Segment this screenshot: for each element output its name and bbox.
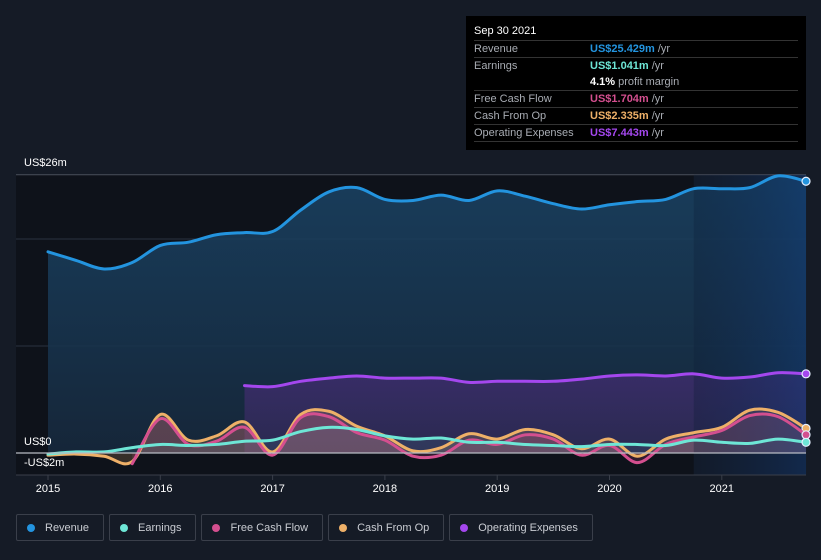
legend: Revenue Earnings Free Cash Flow Cash From O… (16, 514, 593, 541)
x-tick-label: 2021 (710, 483, 734, 495)
tooltip-value: US$2.335m (590, 110, 649, 122)
tooltip-label: Operating Expenses (474, 127, 574, 139)
tooltip-row: Operating Expenses US$7.443m/yr (474, 125, 798, 142)
tooltip-label: Earnings (474, 60, 518, 72)
tooltip-unit: /yr (651, 60, 664, 72)
x-tick-label: 2015 (36, 483, 60, 495)
legend-label: Free Cash Flow (230, 521, 309, 534)
tooltip-row: Revenue US$25.429m/yr (474, 41, 798, 58)
tooltip-label: Cash From Op (474, 110, 547, 122)
earnings-end-marker (801, 437, 811, 447)
tooltip-unit: /yr (657, 43, 671, 55)
x-tick-label: 2020 (597, 483, 621, 495)
tooltip-label (474, 74, 590, 90)
tooltip-value: US$7.443m (590, 127, 649, 139)
x-tick-label: 2019 (485, 483, 509, 495)
free-cash-flow-end-marker (801, 430, 811, 440)
operating-expenses-end-marker (801, 369, 811, 379)
legend-item-earnings[interactable]: Earnings (109, 514, 197, 541)
tooltip-label: Free Cash Flow (474, 93, 552, 105)
tooltip-label: Revenue (474, 43, 519, 55)
tooltip: Sep 30 2021 Revenue US$25.429m/yr Earnings… (466, 16, 806, 150)
legend-label: Revenue (45, 521, 90, 534)
tooltip-value: US$25.429m (590, 43, 655, 55)
x-tick-label: 2016 (148, 483, 172, 495)
tooltip-unit: profit margin (618, 76, 680, 88)
y-axis-zero-label: US$0 (24, 436, 52, 448)
tooltip-value: 4.1% (590, 76, 616, 88)
legend-dot-icon (460, 523, 469, 532)
legend-label: Earnings (138, 521, 182, 534)
legend-dot-icon (27, 523, 35, 532)
tooltip-row: Earnings US$1.041m/yr (474, 58, 798, 74)
tooltip-value: US$1.041m (590, 60, 649, 72)
tooltip-unit: /yr (651, 93, 664, 105)
legend-item-revenue[interactable]: Revenue (16, 514, 105, 541)
tooltip-unit: /yr (651, 127, 664, 139)
tooltip-row: Free Cash Flow US$1.704m/yr (474, 91, 798, 108)
legend-dot-icon (212, 523, 221, 532)
legend-dot-icon (120, 523, 129, 532)
revenue-end-marker (801, 176, 811, 186)
tooltip-value: US$1.704m (590, 93, 649, 105)
legend-item-cash-from-op[interactable]: Cash From Op (328, 514, 445, 541)
legend-item-operating-expenses[interactable]: Operating Expenses (449, 514, 593, 541)
x-tick-label: 2017 (260, 483, 284, 495)
x-tick-label: 2018 (373, 483, 397, 495)
legend-label: Cash From Op (357, 521, 430, 534)
tooltip-row: Cash From Op US$2.335m/yr (474, 108, 798, 125)
y-axis-top-label: US$26m (24, 157, 67, 169)
tooltip-row: 4.1% profit margin (474, 74, 798, 91)
tooltip-date: Sep 30 2021 (474, 23, 798, 41)
legend-label: Operating Expenses (478, 521, 578, 534)
tooltip-unit: /yr (651, 110, 664, 122)
legend-dot-icon (339, 523, 348, 532)
y-axis-bottom-label: -US$2m (24, 457, 64, 469)
legend-item-free-cash-flow[interactable]: Free Cash Flow (201, 514, 324, 541)
